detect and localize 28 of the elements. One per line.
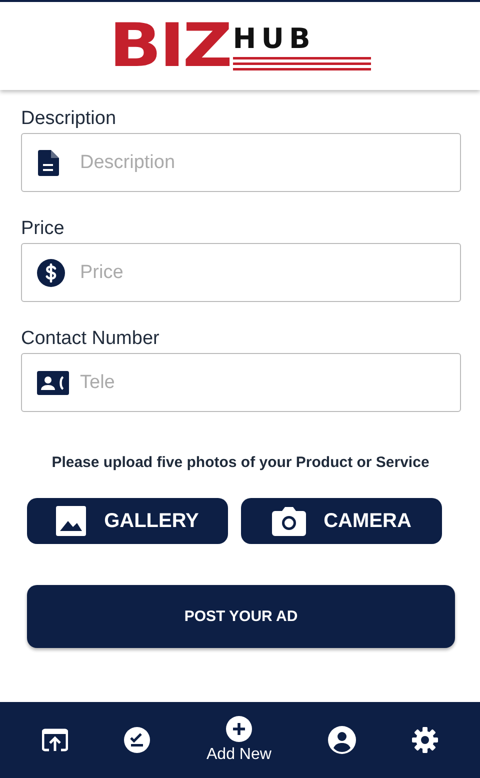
input-field[interactable]: Price (21, 243, 461, 302)
input-field[interactable]: Description (21, 133, 461, 192)
logo-text: HUB (232, 25, 316, 53)
dollar-icon (37, 258, 65, 286)
upload-screen-icon (42, 728, 68, 752)
camera-button[interactable]: CAMERA (241, 498, 442, 544)
add-new-tab[interactable]: Add New (206, 716, 272, 764)
nav-tab[interactable] (124, 727, 150, 753)
add-icon (226, 716, 252, 742)
checklist-icon (124, 727, 150, 753)
gallery-button[interactable]: GALLERY (27, 498, 228, 544)
nav-tab[interactable] (42, 728, 68, 752)
nav-tab[interactable] (412, 727, 438, 753)
settings-icon (412, 727, 438, 753)
document-icon (37, 150, 59, 176)
camera-icon (272, 506, 306, 536)
profile-icon (328, 726, 356, 754)
image-icon (56, 506, 86, 536)
contact-card-icon (37, 370, 69, 394)
input-field[interactable]: Tele (21, 353, 461, 412)
logo-text: BIZ (109, 19, 231, 73)
field-label: Description (21, 108, 118, 130)
post-ad-button[interactable]: POST YOUR AD (27, 585, 455, 648)
field-label: Price (21, 218, 66, 240)
nav-tab[interactable] (328, 726, 356, 754)
stripes-icon (232, 57, 371, 71)
field-label: Contact Number (21, 328, 160, 350)
upload-instruction: Please upload five photos of your Product or Service (50, 454, 430, 471)
